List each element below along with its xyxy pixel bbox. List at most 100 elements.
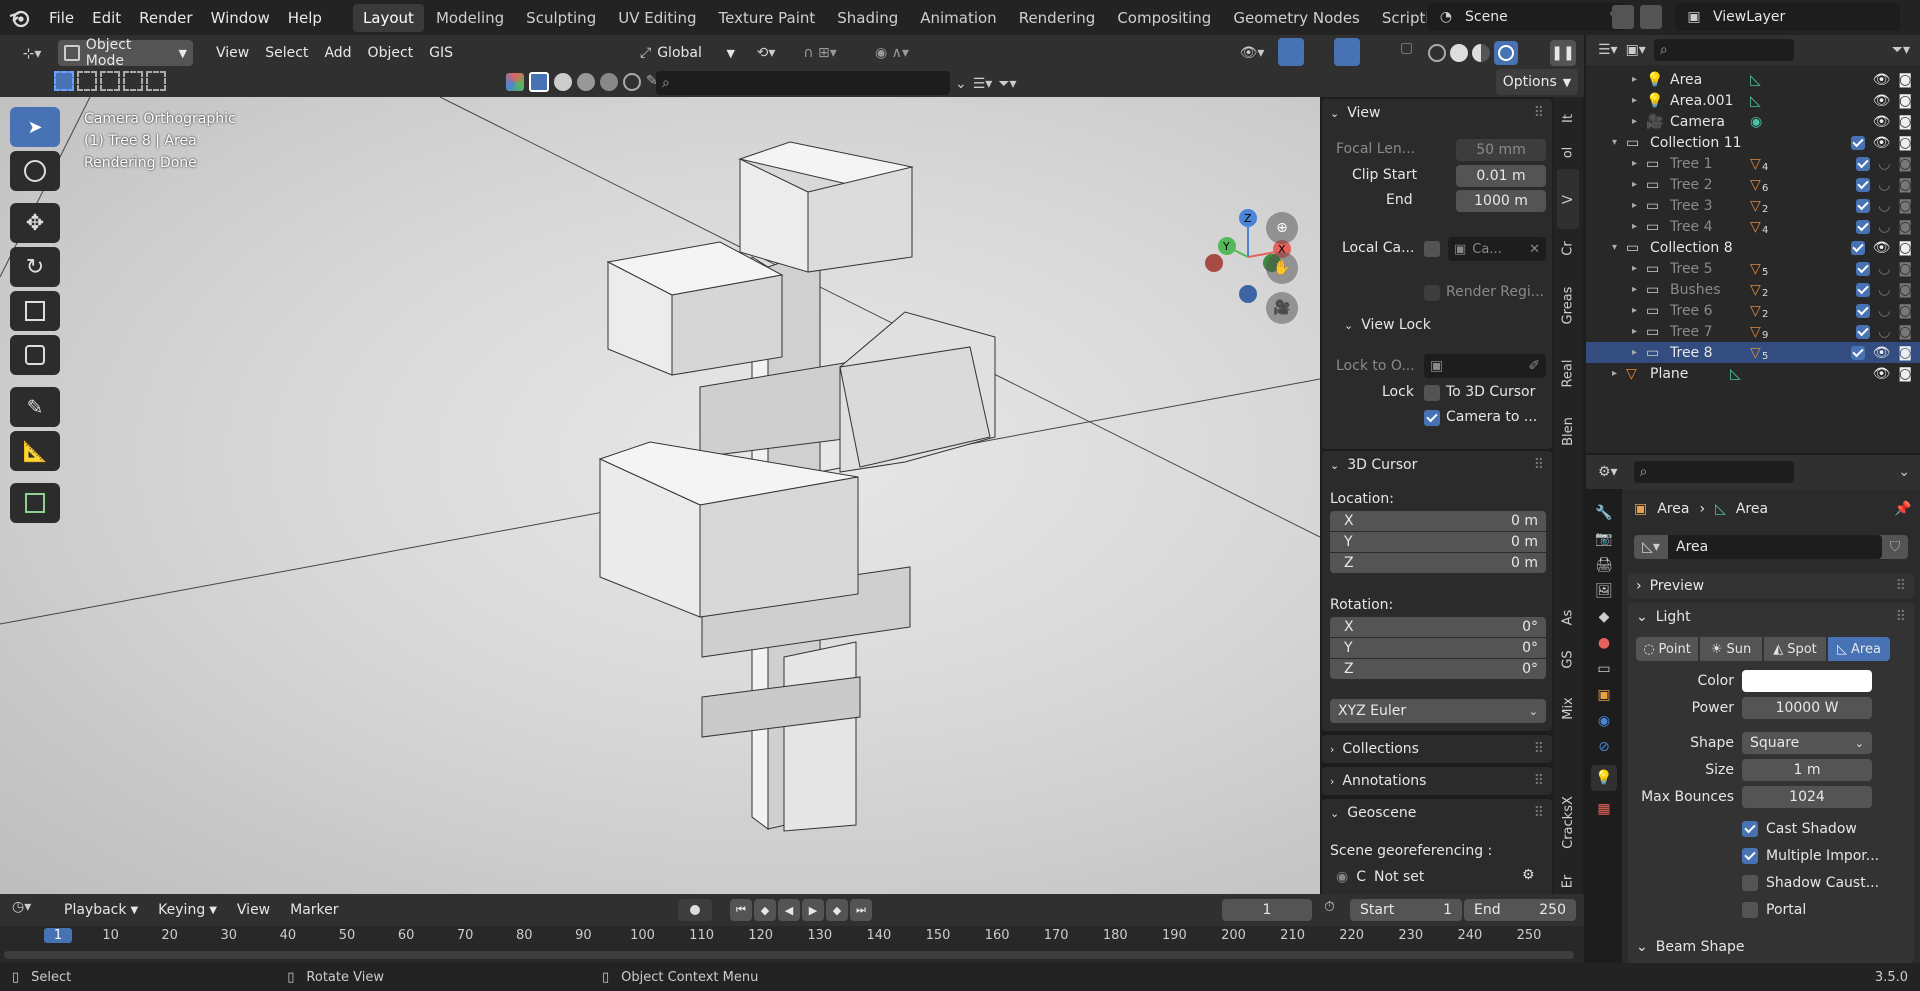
render-camera-icon[interactable]: ◙	[1898, 366, 1912, 382]
camera-to-view-checkbox[interactable]	[1424, 410, 1440, 426]
menu-render[interactable]: Render	[130, 9, 201, 27]
chevron-right-icon[interactable]: ▸	[1632, 326, 1646, 337]
pan-hand-icon[interactable]: ✋	[1266, 252, 1298, 284]
checkbox[interactable]	[1742, 874, 1758, 891]
tab-cr[interactable]: Cr	[1557, 231, 1579, 265]
chevron-right-icon[interactable]: ▸	[1632, 347, 1646, 358]
view-layer-selector[interactable]: ▣ ViewLayer	[1675, 3, 1900, 31]
material-shading-icon[interactable]	[1472, 44, 1490, 62]
chevron-right-icon[interactable]: ▸	[1632, 221, 1646, 232]
outliner-item-tree-3[interactable]: ▸ ▭ Tree 3 ▽ 2 ◡ ◙	[1586, 195, 1920, 216]
clip-start-field[interactable]: 0.01 m	[1456, 165, 1546, 187]
datablock-selector[interactable]: ◺▾ Area ⛉	[1634, 535, 1908, 559]
exclude-checkbox[interactable]	[1856, 156, 1871, 171]
settings-gear-icon[interactable]: ⚙	[1522, 867, 1535, 883]
light-type-point[interactable]: ◌ Point	[1636, 637, 1698, 661]
render-camera-icon[interactable]: ◙	[1898, 135, 1912, 151]
cursor-loc-y-field[interactable]: Y 0 m	[1330, 532, 1546, 552]
orientation-selector[interactable]: ⤢ Global ▼	[640, 40, 735, 66]
drag-handle-icon[interactable]: ⠿	[1896, 578, 1906, 594]
size-field[interactable]: 1 m	[1742, 759, 1872, 781]
tab-real[interactable]: Real	[1557, 345, 1579, 401]
texture-tab-icon[interactable]: ▦	[1597, 801, 1610, 817]
drag-handle-icon[interactable]: ⠿	[1896, 609, 1906, 625]
viewport-menu-view[interactable]: View	[208, 45, 257, 61]
tool-tab-icon[interactable]: 🔧	[1595, 505, 1612, 521]
light-type-area[interactable]: ◺ Area	[1828, 637, 1890, 661]
visibility-eye-icon[interactable]: ◡	[1878, 303, 1890, 319]
cursor-rot-y-field[interactable]: Y 0°	[1330, 638, 1546, 658]
render-camera-icon[interactable]: ◙	[1898, 219, 1912, 235]
drag-handle-icon[interactable]: ⠿	[1534, 457, 1544, 473]
scene-filter-icon[interactable]	[506, 73, 524, 91]
tab-sculpting[interactable]: Sculpting	[516, 4, 606, 32]
render-camera-icon[interactable]: ◙	[1898, 114, 1912, 130]
render-region-checkbox[interactable]	[1424, 285, 1440, 301]
tab-animation[interactable]: Animation	[910, 4, 1006, 32]
visibility-eye-icon[interactable]: 👁	[1873, 240, 1891, 256]
tab-grease[interactable]: Greas	[1557, 267, 1579, 343]
outliner-item-bushes[interactable]: ▸ ▭ Bushes ▽ 2 ◡ ◙	[1586, 279, 1920, 300]
select-difference-icon[interactable]	[123, 71, 143, 91]
pivot-point-icon[interactable]: ⟲▾	[746, 40, 786, 66]
outliner-item-tree-7[interactable]: ▸ ▭ Tree 7 ▽ 9 ◡ ◙	[1586, 321, 1920, 342]
checkbox[interactable]	[1742, 901, 1758, 918]
jump-start-icon[interactable]: ⏮	[730, 899, 752, 921]
pin-icon[interactable]: 📌	[1894, 501, 1911, 517]
viewport-menu-gis[interactable]: GIS	[421, 45, 461, 61]
exclude-checkbox[interactable]	[1850, 135, 1865, 150]
sort-icon[interactable]: ☰▾	[973, 76, 993, 92]
fake-user-shield-icon[interactable]: ⛉	[1882, 539, 1908, 555]
chevron-right-icon[interactable]: ▸	[1632, 116, 1646, 127]
outliner-item-tree-2[interactable]: ▸ ▭ Tree 2 ▽ 6 ◡ ◙	[1586, 174, 1920, 195]
visibility-eye-icon[interactable]: ◡	[1878, 261, 1890, 277]
constraints-tab-icon[interactable]: ⊘	[1598, 739, 1610, 755]
select-box-tool[interactable]: ➤	[10, 107, 60, 147]
view-layer-tab-icon[interactable]: 🖼	[1595, 583, 1613, 599]
scale-tool[interactable]	[10, 291, 60, 331]
rendered-shading-icon[interactable]	[1494, 41, 1518, 65]
viewport-menu-object[interactable]: Object	[360, 45, 422, 61]
checkbox[interactable]	[1742, 820, 1758, 837]
lock-to-cursor-checkbox[interactable]	[1424, 385, 1440, 401]
outliner-item-area[interactable]: ▸ 💡 Area ◺ 👁 ◙	[1586, 69, 1920, 90]
preview-panel-header[interactable]: › Preview ⠿	[1628, 573, 1914, 599]
cursor-rot-x-field[interactable]: X 0°	[1330, 617, 1546, 637]
texture-filter-icon[interactable]	[600, 73, 618, 91]
collections-section-header[interactable]: › Collections ⠿	[1322, 735, 1552, 763]
menu-file[interactable]: File	[40, 9, 83, 27]
checkbox[interactable]	[1742, 847, 1758, 864]
lock-to-object-field[interactable]: ▣ ✐	[1424, 354, 1546, 378]
visibility-eye-icon[interactable]: 👁	[1873, 345, 1891, 361]
tab-tool[interactable]: ol	[1557, 137, 1579, 167]
viewport-menu-add[interactable]: Add	[316, 45, 359, 61]
chevron-down-icon[interactable]: ⌄	[1898, 464, 1910, 480]
stopwatch-icon[interactable]: ⏱	[1324, 899, 1335, 915]
filter-icon[interactable]: ⏷▾	[1892, 42, 1910, 58]
pause-render-button[interactable]: ❚❚	[1550, 40, 1576, 66]
timeline-menu-marker[interactable]: Marker	[282, 902, 346, 918]
shape-dropdown[interactable]: Square ⌄	[1742, 732, 1872, 754]
view-lock-header[interactable]: ⌄ View Lock	[1322, 312, 1552, 338]
drag-handle-icon[interactable]: ⠿	[1534, 105, 1544, 121]
render-camera-icon[interactable]: ◙	[1898, 72, 1912, 88]
auto-keying-button[interactable]	[678, 899, 712, 921]
tab-mix[interactable]: Mix	[1557, 683, 1579, 733]
collection-tab-icon[interactable]: ▭	[1597, 661, 1610, 677]
options-dropdown[interactable]: Options ▼	[1496, 69, 1578, 95]
transform-tool[interactable]	[10, 335, 60, 375]
scene-selector[interactable]: ◔ Scene ✎	[1427, 3, 1627, 31]
add-cube-tool[interactable]	[10, 483, 60, 523]
power-field[interactable]: 10000 W	[1742, 697, 1872, 719]
max-bounces-field[interactable]: 1024	[1742, 786, 1872, 808]
drag-handle-icon[interactable]: ⠿	[1534, 741, 1544, 757]
exclude-checkbox[interactable]	[1856, 324, 1871, 339]
outliner-item-area-001[interactable]: ▸ 💡 Area.001 ◺ 👁 ◙	[1586, 90, 1920, 111]
render-camera-icon[interactable]: ◙	[1898, 240, 1912, 256]
timeline-menu-view[interactable]: View	[229, 902, 278, 918]
visibility-eye-icon[interactable]: ◡	[1878, 324, 1890, 340]
3d-viewport[interactable]: Z X Y Camera Orthographic (1) Tree 8 | A…	[0, 97, 1320, 894]
render-camera-icon[interactable]: ◙	[1898, 93, 1912, 109]
outliner-editor-icon[interactable]: ☰▾	[1598, 42, 1618, 58]
select-new-icon[interactable]	[54, 71, 74, 91]
